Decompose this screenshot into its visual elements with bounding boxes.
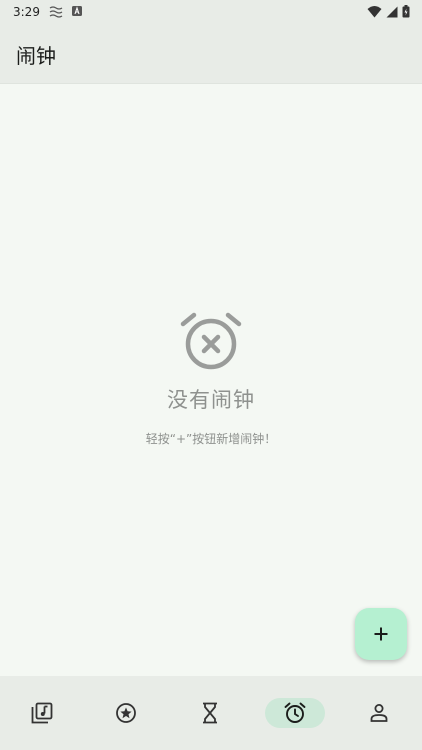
signal-icon — [386, 6, 398, 17]
status-time: 3:29 — [13, 5, 40, 19]
keyboard-icon — [72, 6, 82, 16]
notification-icon — [49, 6, 63, 18]
empty-state-hint: 轻按“+”按钮新增闹钟！ — [145, 432, 277, 446]
alarm-clock-icon — [284, 702, 306, 723]
app-bar: 闹钟 — [0, 24, 422, 84]
nav-item-profile[interactable] — [349, 698, 409, 728]
nav-item-music-library[interactable] — [12, 698, 72, 728]
page-title: 闹钟 — [16, 44, 56, 68]
status-bar: 3:29 — [0, 0, 422, 24]
person-icon — [370, 704, 388, 722]
add-alarm-button[interactable] — [355, 608, 407, 660]
nav-item-timer[interactable] — [180, 698, 240, 728]
battery-icon — [402, 5, 410, 18]
nav-item-alarm[interactable] — [265, 698, 325, 728]
bottom-navigation — [0, 676, 422, 750]
plus-icon — [374, 627, 388, 641]
empty-state: 没有闹钟 轻按“+”按钮新增闹钟！ — [0, 310, 422, 447]
wifi-icon — [367, 6, 382, 18]
hourglass-icon — [203, 702, 217, 724]
nav-item-world-clock[interactable] — [96, 698, 156, 728]
music-library-icon — [31, 702, 53, 724]
star-icon — [116, 703, 136, 723]
alarm-off-icon — [180, 312, 242, 370]
empty-state-title: 没有闹钟 — [167, 388, 255, 412]
